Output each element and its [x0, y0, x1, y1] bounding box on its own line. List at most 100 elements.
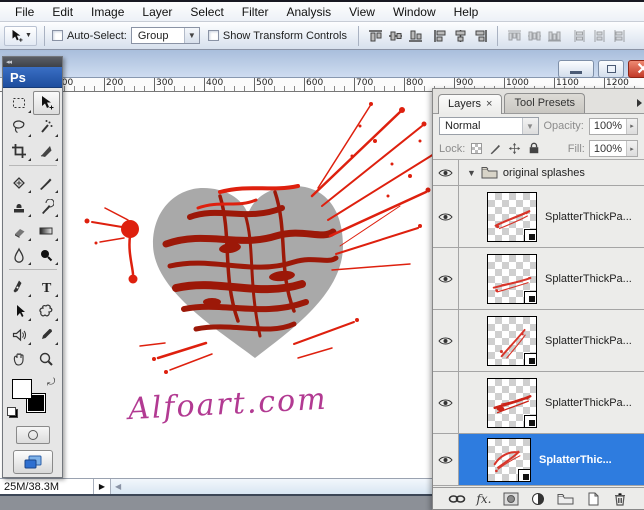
minimize-button[interactable] [558, 60, 594, 78]
move-tool[interactable] [33, 91, 60, 115]
tab-tool-presets[interactable]: Tool Presets [504, 93, 585, 113]
tab-close-icon[interactable]: × [486, 98, 492, 110]
menu-window[interactable]: Window [384, 3, 445, 21]
chevron-right-icon[interactable]: ▸ [626, 119, 637, 134]
new-group-icon[interactable] [556, 490, 576, 508]
distribute-right-edges-button[interactable] [610, 27, 629, 44]
layer-row[interactable]: SplatterThickPa... [433, 248, 644, 310]
visibility-toggle[interactable] [433, 372, 459, 433]
menu-image[interactable]: Image [82, 3, 133, 21]
auto-select-checkbox[interactable] [52, 30, 63, 41]
hand-tool[interactable] [6, 347, 33, 371]
tab-layers[interactable]: Layers× [438, 94, 502, 114]
layer-style-icon[interactable]: fx. [474, 490, 494, 508]
crop-tool[interactable] [6, 139, 33, 163]
visibility-toggle[interactable] [433, 434, 459, 485]
visibility-toggle[interactable] [433, 248, 459, 309]
visibility-toggle[interactable] [433, 310, 459, 371]
quick-mask-mode-button[interactable] [16, 426, 50, 444]
layer-thumbnail[interactable] [487, 438, 531, 482]
healing-brush-tool[interactable] [6, 171, 33, 195]
align-horizontal-centers-button[interactable] [451, 27, 470, 44]
slice-tool[interactable] [33, 139, 60, 163]
layer-row[interactable]: SplatterThickPa... [433, 372, 644, 434]
align-right-edges-button[interactable] [471, 27, 490, 44]
lock-pixels-icon[interactable] [488, 142, 503, 156]
menu-file[interactable]: File [6, 3, 43, 21]
audio-annotation-tool[interactable] [6, 323, 33, 347]
maximize-button[interactable] [598, 60, 624, 78]
delete-layer-icon[interactable] [610, 490, 630, 508]
align-left-edges-button[interactable] [431, 27, 450, 44]
magic-wand-tool[interactable] [33, 115, 60, 139]
fill-field[interactable]: 100% ▸ [589, 140, 638, 157]
zoom-tool[interactable] [33, 347, 60, 371]
adjustment-layer-icon[interactable] [528, 490, 548, 508]
link-layers-icon[interactable] [447, 490, 467, 508]
lasso-tool[interactable] [6, 115, 33, 139]
menu-select[interactable]: Select [181, 3, 232, 21]
auto-select-scope-dropdown[interactable]: Group ▼ [131, 27, 200, 44]
distribute-horizontal-centers-button[interactable] [590, 27, 609, 44]
rectangular-marquee-tool[interactable] [6, 91, 33, 115]
layer-thumbnail[interactable] [487, 192, 537, 242]
layer-thumbnail[interactable] [487, 378, 537, 428]
panel-menu-icon[interactable] [637, 99, 642, 107]
tools-palette-titlebar[interactable]: ◂◂ [3, 57, 62, 67]
distribute-left-edges-button[interactable] [570, 27, 589, 44]
foreground-color-swatch[interactable] [12, 379, 32, 399]
eraser-tool[interactable] [6, 219, 33, 243]
visibility-toggle[interactable] [433, 186, 459, 247]
align-bottom-edges-button[interactable] [406, 27, 425, 44]
menu-layer[interactable]: Layer [133, 3, 181, 21]
dodge-tool[interactable] [33, 243, 60, 267]
chevron-right-icon[interactable]: ▸ [626, 141, 637, 156]
layer-thumbnail[interactable] [487, 316, 537, 366]
pen-tool[interactable] [6, 275, 33, 299]
visibility-toggle[interactable] [433, 160, 459, 185]
collapse-palette-icon[interactable]: ◂◂ [6, 59, 11, 66]
menu-help[interactable]: Help [445, 3, 488, 21]
lock-position-icon[interactable] [507, 142, 522, 156]
new-layer-icon[interactable] [583, 490, 603, 508]
lock-transparency-icon[interactable] [469, 142, 484, 156]
opacity-field[interactable]: 100% ▸ [589, 118, 638, 135]
lock-all-icon[interactable] [526, 142, 541, 156]
custom-shape-tool[interactable] [33, 299, 60, 323]
layer-mask-icon[interactable] [501, 490, 521, 508]
blur-tool[interactable] [6, 243, 33, 267]
distribute-top-edges-button[interactable] [505, 27, 524, 44]
show-transform-controls-checkbox[interactable] [208, 30, 219, 41]
close-button[interactable]: ✕ [628, 60, 644, 78]
move-tool-preview[interactable]: ▼ [4, 26, 37, 46]
align-vertical-centers-button[interactable] [386, 27, 405, 44]
distribute-bottom-edges-button[interactable] [545, 27, 564, 44]
screen-mode-button[interactable] [13, 450, 53, 474]
type-tool[interactable]: T [33, 275, 60, 299]
status-options-button[interactable]: ▶ [94, 479, 111, 494]
eyedropper-tool[interactable] [33, 323, 60, 347]
gradient-tool[interactable] [33, 219, 60, 243]
blend-mode-dropdown[interactable]: Normal ▼ [439, 117, 539, 135]
layer-thumbnail[interactable] [487, 254, 537, 304]
move-tool-icon [9, 29, 23, 43]
clone-stamp-tool[interactable] [6, 195, 33, 219]
menu-filter[interactable]: Filter [233, 3, 278, 21]
layer-row[interactable]: SplatterThickPa... [433, 310, 644, 372]
distribute-vertical-centers-button[interactable] [525, 27, 544, 44]
document-window-titlebar[interactable] [0, 50, 644, 78]
layer-row-selected[interactable]: SplatterThic... [433, 434, 644, 486]
swap-colors-icon[interactable]: ⤾ [47, 377, 55, 388]
quick-mask-row [3, 423, 62, 447]
disclosure-triangle-icon[interactable]: ▼ [467, 168, 476, 178]
path-selection-tool[interactable] [6, 299, 33, 323]
menu-view[interactable]: View [340, 3, 384, 21]
default-colors-icon[interactable] [9, 409, 18, 418]
align-top-edges-button[interactable] [366, 27, 385, 44]
layer-row[interactable]: SplatterThickPa... [433, 186, 644, 248]
menu-analysis[interactable]: Analysis [277, 3, 340, 21]
brush-tool[interactable] [33, 171, 60, 195]
layer-group-row[interactable]: ▼ original splashes [433, 160, 644, 186]
history-brush-tool[interactable] [33, 195, 60, 219]
menu-edit[interactable]: Edit [43, 3, 82, 21]
